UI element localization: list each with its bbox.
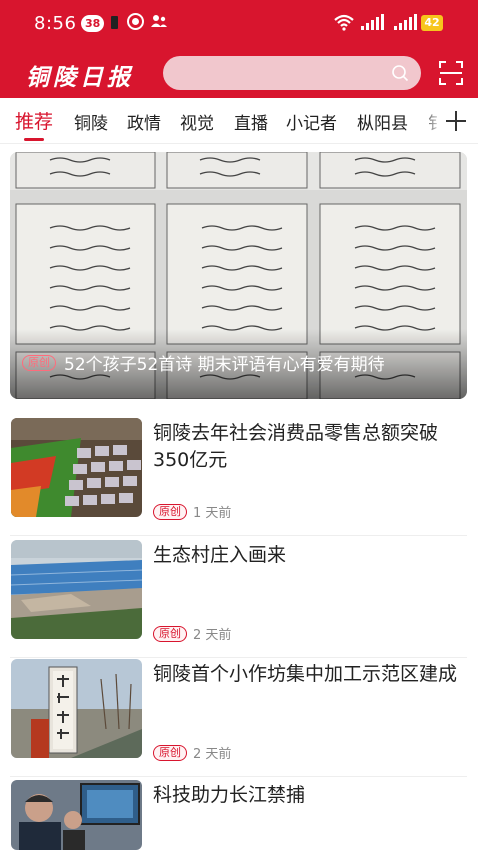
tab-tongling[interactable]: 铜陵 [74,109,108,134]
news-title[interactable]: 铜陵去年社会消费品零售总额突破350亿元 [153,420,463,474]
battery-indicator: 42 [421,15,443,31]
feature-title-row: 原创 52个孩子52首诗 期末评语有心有爱有期待 [22,350,385,375]
app-header: 8:56 38 42 铜陵日报 [0,0,478,98]
contacts-icon [151,15,167,27]
original-badge: 原创 [153,625,187,642]
news-title[interactable]: 生态村庄入画来 [153,542,463,569]
tab-zongyang[interactable]: 枞阳县 [357,109,408,134]
feature-title[interactable]: 52个孩子52首诗 期末评语有心有爱有期待 [64,350,385,375]
feature-card[interactable]: 原创 52个孩子52首诗 期末评语有心有爱有期待 [10,152,467,399]
news-meta: 原创 2 天前 [153,743,231,762]
signal-icon [361,14,384,30]
search-input[interactable] [177,56,377,90]
tab-politics[interactable]: 政情 [127,109,161,134]
tab-young-reporter[interactable]: 小记者 [286,109,337,134]
news-title[interactable]: 铜陵首个小作坊集中加工示范区建成 [153,661,463,688]
tab-live[interactable]: 直播 [234,109,268,134]
channel-tabs: 推荐 铜陵 政情 视觉 直播 小记者 枞阳县 钅 [0,98,478,144]
news-timestamp: 2 天前 [193,747,232,762]
news-thumbnail [11,659,142,758]
list-item[interactable]: 生态村庄入画来 原创 2 天前 [10,540,467,658]
signal-icon-secondary [394,14,417,30]
news-thumbnail [11,780,142,850]
status-bar: 8:56 38 42 [0,0,478,48]
news-title[interactable]: 科技助力长江禁捕 [153,782,463,809]
active-tab-indicator [24,138,44,141]
news-thumbnail [11,418,142,517]
original-badge: 原创 [153,503,187,520]
notification-badge: 38 [81,15,105,32]
sim-icon [111,16,118,29]
news-meta: 原创 1 天前 [153,502,231,521]
clock: 8:56 [34,13,77,34]
scan-icon[interactable] [438,60,464,86]
plus-icon[interactable] [444,109,468,133]
search-bar[interactable] [163,56,421,90]
list-item[interactable]: 铜陵首个小作坊集中加工示范区建成 原创 2 天前 [10,659,467,777]
tab-visual[interactable]: 视觉 [180,109,214,134]
app-logo[interactable]: 铜陵日报 [26,58,134,92]
original-badge: 原创 [153,744,187,761]
list-item[interactable]: 科技助力长江禁捕 [10,780,467,850]
news-meta: 原创 2 天前 [153,624,231,643]
tab-recommend[interactable]: 推荐 [15,107,53,134]
news-thumbnail [11,540,142,639]
search-icon[interactable] [391,64,409,82]
news-timestamp: 1 天前 [193,506,232,521]
news-timestamp: 2 天前 [193,628,232,643]
recording-icon [127,13,144,30]
list-item[interactable]: 铜陵去年社会消费品零售总额突破350亿元 原创 1 天前 [10,418,467,536]
wifi-icon [334,14,354,31]
original-badge: 原创 [22,354,56,371]
